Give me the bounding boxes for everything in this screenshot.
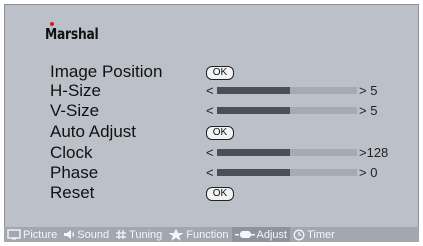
phase-slider[interactable] xyxy=(217,169,357,176)
menu-row-clock[interactable]: Clock < >128 xyxy=(50,143,410,163)
reset-label: Reset xyxy=(50,183,95,202)
h-size-value: > 5 xyxy=(359,83,378,98)
adjust-icon xyxy=(234,230,255,239)
monitor-icon xyxy=(7,229,21,240)
tab-tuning[interactable]: Tuning xyxy=(112,227,165,242)
tab-picture-label: Picture xyxy=(23,228,58,241)
h-size-slider[interactable] xyxy=(217,87,357,94)
menu-row-v-size[interactable]: V-Size < > 5 xyxy=(50,101,410,121)
tab-sound[interactable]: Sound xyxy=(60,227,112,242)
speaker-icon xyxy=(63,229,75,240)
tab-function[interactable]: Function xyxy=(165,227,231,242)
v-size-label: V-Size xyxy=(50,101,100,120)
clock-label: Clock xyxy=(50,143,93,162)
h-size-slider-fill xyxy=(217,87,290,94)
phase-label: Phase xyxy=(50,163,99,182)
clock-slider[interactable] xyxy=(217,149,357,156)
grid-icon xyxy=(115,229,127,240)
auto-adjust-ok-button[interactable]: OK xyxy=(206,126,234,140)
auto-adjust-label: Auto Adjust xyxy=(50,122,137,141)
v-size-decrease-arrow[interactable]: < xyxy=(206,101,214,121)
brand-logo: Marshal xyxy=(45,25,99,43)
clock-icon xyxy=(293,229,305,241)
reset-ok-button[interactable]: OK xyxy=(206,187,234,201)
star-icon xyxy=(168,228,184,241)
image-position-label: Image Position xyxy=(50,62,163,81)
tab-adjust[interactable]: Adjust xyxy=(231,227,291,242)
menu-row-auto-adjust[interactable]: Auto Adjust OK xyxy=(50,122,410,142)
clock-value: >128 xyxy=(359,145,389,160)
clock-decrease-arrow[interactable]: < xyxy=(206,143,214,163)
v-size-slider-fill xyxy=(217,107,290,114)
tab-timer-label: Timer xyxy=(307,228,335,241)
tab-adjust-label: Adjust xyxy=(256,228,288,241)
phase-value: > 0 xyxy=(359,165,378,180)
tab-sound-label: Sound xyxy=(77,228,110,241)
tab-function-label: Function xyxy=(186,228,229,241)
phase-decrease-arrow[interactable]: < xyxy=(206,163,214,183)
clock-slider-fill xyxy=(217,149,290,156)
menu-row-h-size[interactable]: H-Size < > 5 xyxy=(50,81,410,101)
image-position-ok-button[interactable]: OK xyxy=(206,66,234,80)
v-size-value: > 5 xyxy=(359,103,378,118)
h-size-decrease-arrow[interactable]: < xyxy=(206,81,214,101)
h-size-label: H-Size xyxy=(50,81,102,100)
menu-row-reset[interactable]: Reset OK xyxy=(50,183,410,203)
phase-slider-fill xyxy=(217,169,290,176)
menu-tab-bar: Picture Sound Tuning Function Adjust Tim… xyxy=(4,227,419,242)
tab-tuning-label: Tuning xyxy=(129,228,163,241)
v-size-slider[interactable] xyxy=(217,107,357,114)
tab-timer[interactable]: Timer xyxy=(290,227,338,242)
menu-row-image-position[interactable]: Image Position OK xyxy=(50,62,410,82)
tab-picture[interactable]: Picture xyxy=(4,227,60,242)
menu-row-phase[interactable]: Phase < > 0 xyxy=(50,163,410,183)
osd-menu-panel: Marshal Image Position OK H-Size < > 5 V… xyxy=(4,4,419,242)
